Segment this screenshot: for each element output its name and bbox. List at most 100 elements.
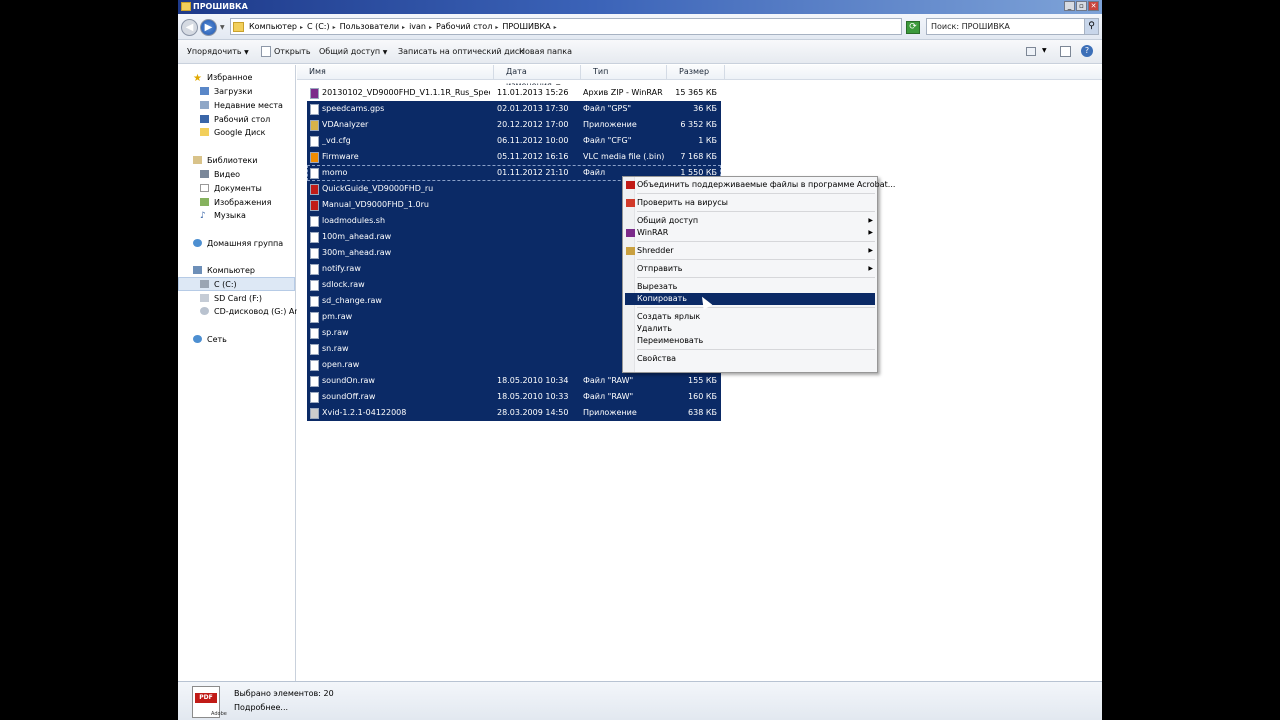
sidebar-item-sd-card[interactable]: SD Card (F:) (214, 294, 262, 303)
sidebar-network[interactable]: Сеть (207, 335, 227, 344)
file-row[interactable]: _vd.cfg 06.11.2012 10:00 Файл "CFG" 1 КБ (307, 133, 721, 149)
help-icon[interactable]: ? (1081, 45, 1093, 57)
close-button[interactable]: ✕ (1088, 1, 1099, 11)
submenu-arrow-icon: ▶ (868, 265, 873, 272)
sidebar-libraries[interactable]: Библиотеки (207, 156, 257, 165)
file-name: QuickGuide_VD9000FHD_ru (322, 184, 434, 193)
column-name[interactable]: Имя (297, 65, 494, 80)
file-row[interactable]: Xvid-1.2.1-04122008 28.03.2009 14:50 Прило… (307, 405, 721, 421)
refresh-button[interactable]: ⟳ (906, 21, 920, 34)
breadcrumb-separator-icon[interactable]: ▸ (333, 24, 336, 31)
menu-item-label: Переименовать (637, 336, 704, 345)
breadcrumb-item[interactable]: ПРОШИВКА (502, 22, 550, 31)
file-row[interactable]: Firmware 05.11.2012 16:16 VLC media file (… (307, 149, 721, 165)
sidebar-computer[interactable]: Компьютер (207, 266, 255, 275)
sidebar-item-desktop[interactable]: Рабочий стол (214, 115, 270, 124)
file-row[interactable]: 20130102_VD9000FHD_V1.1.1R_Rus_Speed... 1… (307, 85, 721, 101)
column-type[interactable]: Тип (581, 65, 667, 80)
breadcrumb-item[interactable]: Компьютер (249, 22, 297, 31)
column-date[interactable]: Дата изменения▼ (494, 65, 581, 90)
column-size[interactable]: Размер (667, 65, 725, 80)
organize-button[interactable]: Упорядочить ▼ (187, 47, 249, 56)
sidebar-homegroup[interactable]: Домашняя группа (207, 239, 283, 248)
breadcrumb-item[interactable]: Рабочий стол (436, 22, 492, 31)
menu-separator (637, 211, 875, 212)
sidebar-favorites[interactable]: Избранное (207, 73, 252, 82)
menu-item-label: Создать ярлык (637, 312, 701, 321)
winrar-icon (626, 229, 635, 237)
breadcrumb-separator-icon[interactable]: ▸ (495, 24, 498, 31)
file-row[interactable]: soundOff.raw 18.05.2010 10:33 Файл "RAW" 16… (307, 389, 721, 405)
forward-button[interactable]: ▶ (200, 19, 217, 36)
minimize-button[interactable]: _ (1064, 1, 1075, 11)
breadcrumb-item[interactable]: C (C:) (307, 22, 330, 31)
file-date: 11.01.2013 15:26 (497, 88, 569, 97)
file-row[interactable]: VDAnalyzer 20.12.2012 17:00 Приложение 6 35… (307, 117, 721, 133)
menu-item[interactable]: Отправить ▶ (625, 263, 875, 275)
burn-button[interactable]: Записать на оптический диск (398, 47, 524, 56)
view-icon[interactable] (1026, 47, 1036, 56)
file-icon (310, 264, 319, 275)
view-dropdown[interactable]: ▼ (1042, 47, 1047, 54)
sidebar-item-recent[interactable]: Недавние места (214, 101, 283, 110)
new-folder-button[interactable]: Новая папка (519, 47, 572, 56)
address-bar[interactable]: Компьютер ▸ C (C:) ▸ Пользователи ▸ ivan ▸ Рабоч… (230, 18, 947, 35)
breadcrumb-separator-icon[interactable]: ▸ (402, 24, 405, 31)
video-icon (200, 170, 209, 178)
menu-item[interactable]: Вырезать (625, 281, 875, 293)
menu-item[interactable]: Проверить на вирусы (625, 197, 875, 209)
menu-item[interactable]: WinRAR ▶ (625, 227, 875, 239)
sidebar-item-pictures[interactable]: Изображения (214, 198, 271, 207)
file-icon (310, 376, 319, 387)
file-row[interactable]: speedcams.gps 02.01.2013 17:30 Файл "GPS" 3… (307, 101, 721, 117)
file-size: 15 365 КБ (675, 88, 717, 97)
menu-separator (637, 259, 875, 260)
sidebar-item-video[interactable]: Видео (214, 170, 240, 179)
search-input[interactable]: Поиск: ПРОШИВКА ⚲ (926, 18, 1099, 35)
sidebar-item-music[interactable]: Музыка (214, 211, 246, 220)
file-row[interactable]: soundOn.raw 18.05.2010 10:34 Файл "RAW" 155… (307, 373, 721, 389)
breadcrumb-item[interactable]: Пользователи (340, 22, 399, 31)
breadcrumb-separator-icon[interactable]: ▸ (300, 24, 303, 31)
sidebar-item-documents[interactable]: Документы (214, 184, 262, 193)
sidebar-item-cd-drive[interactable]: CD-дисковод (G:) And (214, 307, 304, 316)
file-date: 28.03.2009 14:50 (497, 408, 569, 417)
breadcrumb-separator-icon[interactable]: ▸ (429, 24, 432, 31)
open-icon (261, 46, 271, 57)
search-icon[interactable]: ⚲ (1084, 19, 1098, 34)
menu-item[interactable]: Копировать (625, 293, 875, 305)
network-icon (193, 335, 202, 343)
recent-pages-dropdown[interactable]: ▼ (220, 24, 225, 31)
address-row: ◀ ▶ ▼ Компьютер ▸ C (C:) ▸ Пользователи ▸ ivan… (178, 14, 1102, 40)
sidebar-item-downloads[interactable]: Загрузки (214, 87, 252, 96)
menu-item[interactable]: Создать ярлык (625, 311, 875, 323)
breadcrumb-separator-icon[interactable]: ▸ (554, 24, 557, 31)
menu-item[interactable]: Объединить поддерживаемые файлы в програ… (625, 179, 895, 191)
menu-item[interactable]: Свойства (625, 353, 875, 365)
sidebar-item-google-drive[interactable]: Google Диск (214, 128, 265, 137)
recent-places-icon (200, 101, 209, 109)
title-bar[interactable]: ПРОШИВКА _ ▫ ✕ (178, 0, 1102, 14)
file-date: 05.11.2012 16:16 (497, 152, 569, 161)
sidebar-item-c-drive[interactable]: C (C:) (214, 280, 237, 289)
menu-item[interactable]: Shredder ▶ (625, 245, 875, 257)
file-name: momo (322, 168, 348, 177)
file-size: 638 КБ (688, 408, 717, 417)
file-date: 18.05.2010 10:34 (497, 376, 569, 385)
back-button[interactable]: ◀ (181, 19, 198, 36)
file-icon (310, 248, 319, 259)
more-details-link[interactable]: Подробнее... (234, 703, 288, 712)
pdf-icon: PDF Adobe (192, 686, 227, 718)
menu-separator (637, 349, 875, 350)
share-button[interactable]: Общий доступ ▼ (319, 47, 387, 56)
maximize-button[interactable]: ▫ (1076, 1, 1087, 11)
preview-pane-icon[interactable] (1060, 46, 1071, 57)
file-name: sp.raw (322, 328, 349, 337)
selected-count: Выбрано элементов: 20 (234, 689, 334, 698)
menu-item[interactable]: Общий доступ ▶ (625, 215, 875, 227)
menu-item[interactable]: Удалить (625, 323, 875, 335)
open-button[interactable]: Открыть (274, 47, 311, 56)
breadcrumb-item[interactable]: ivan (409, 22, 426, 31)
file-size: 1 КБ (698, 136, 717, 145)
menu-item[interactable]: Переименовать (625, 335, 875, 347)
